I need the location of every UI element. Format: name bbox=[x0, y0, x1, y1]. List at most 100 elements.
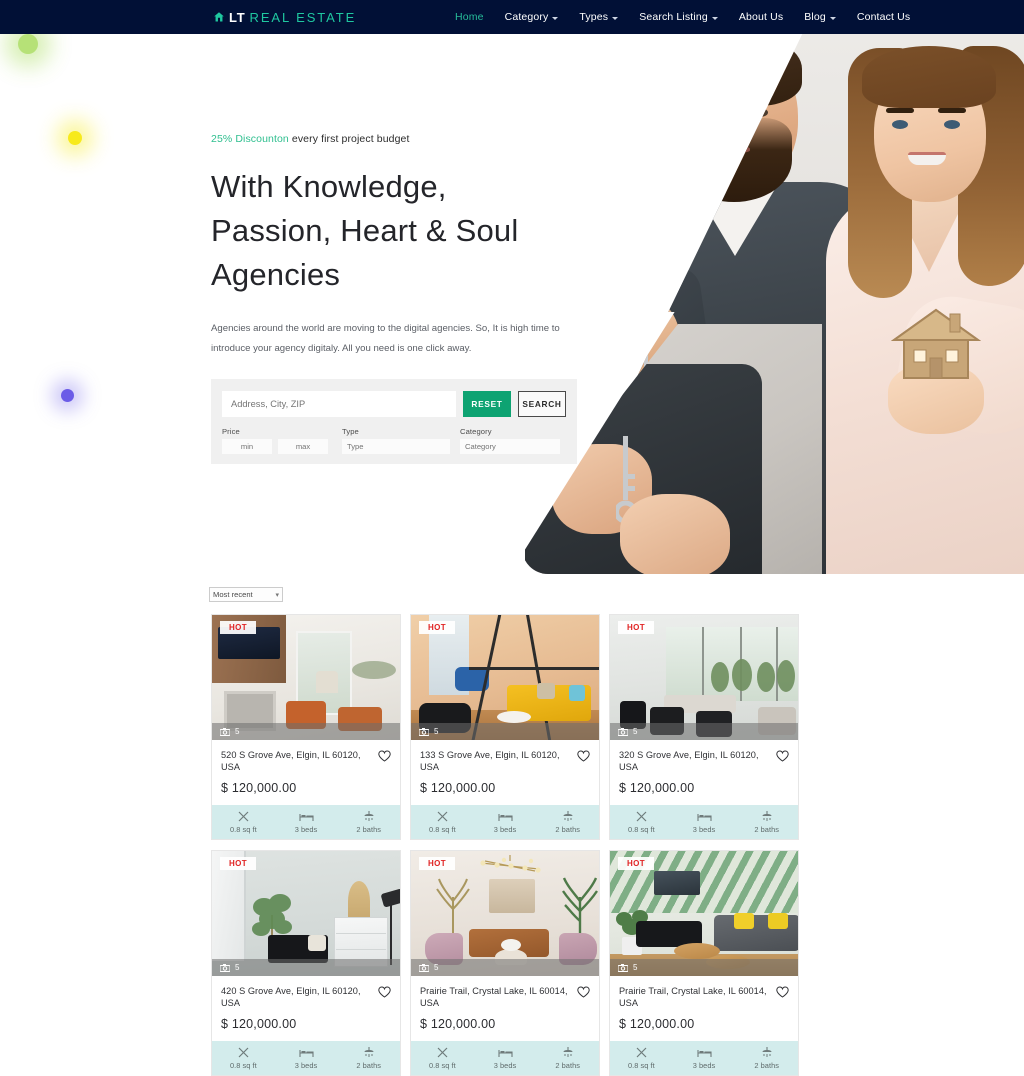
property-price: $ 120,000.00 bbox=[619, 1017, 695, 1031]
card-specs: 0.8 sq ft 3 beds 2 baths bbox=[610, 805, 798, 839]
spec-baths: 2 baths bbox=[337, 1046, 400, 1070]
property-price: $ 120,000.00 bbox=[221, 1017, 297, 1031]
shower-icon bbox=[762, 811, 772, 821]
spec-beds-label: 3 beds bbox=[692, 824, 716, 834]
bed-icon bbox=[298, 1049, 314, 1057]
spec-beds-label: 3 beds bbox=[294, 824, 318, 834]
spec-beds: 3 beds bbox=[673, 811, 736, 834]
card-specs: 0.8 sq ft 3 beds 2 baths bbox=[212, 1041, 400, 1075]
property-card[interactable]: HOT 5 420 S Grove Ave, Elgin, IL 60120, … bbox=[211, 850, 401, 1076]
spec-beds-label: 3 beds bbox=[493, 824, 517, 834]
property-price: $ 120,000.00 bbox=[619, 781, 695, 795]
nav-item-category[interactable]: Category bbox=[505, 11, 559, 23]
spec-beds: 3 beds bbox=[474, 1047, 537, 1070]
property-grid: HOT 5 520 S Grove Ave, Elgin, IL 60120, … bbox=[211, 614, 803, 1076]
spec-area-label: 0.8 sq ft bbox=[627, 1061, 655, 1070]
card-image[interactable]: HOT 5 bbox=[610, 851, 798, 976]
type-select[interactable] bbox=[342, 439, 450, 454]
card-specs: 0.8 sq ft 3 beds 2 baths bbox=[411, 805, 599, 839]
spec-area: 0.8 sq ft bbox=[610, 810, 673, 834]
heart-icon[interactable] bbox=[577, 750, 590, 762]
nav-item-blog[interactable]: Blog bbox=[804, 11, 836, 23]
nav-item-types[interactable]: Types bbox=[579, 11, 619, 23]
card-specs: 0.8 sq ft 3 beds 2 baths bbox=[610, 1041, 798, 1075]
spec-baths: 2 baths bbox=[735, 1046, 798, 1070]
property-price: $ 120,000.00 bbox=[420, 781, 496, 795]
hero-subtitle: Agencies around the world are moving to … bbox=[211, 323, 560, 354]
spec-area: 0.8 sq ft bbox=[411, 1046, 474, 1070]
spec-area: 0.8 sq ft bbox=[212, 1046, 275, 1070]
heart-icon[interactable] bbox=[776, 750, 789, 762]
area-cross-icon bbox=[636, 1047, 647, 1058]
heart-icon[interactable] bbox=[776, 986, 789, 998]
site-logo[interactable]: LT REAL ESTATE bbox=[213, 0, 356, 34]
card-image[interactable]: HOT 5 bbox=[212, 615, 400, 740]
property-card[interactable]: HOT 5 Prairie Trail, Crystal Lake, IL 60… bbox=[609, 850, 799, 1076]
heart-icon[interactable] bbox=[378, 986, 391, 998]
spec-baths-label: 2 baths bbox=[555, 825, 580, 834]
logo-primary-text: LT bbox=[229, 9, 246, 25]
decorative-dot-blue bbox=[61, 389, 74, 402]
price-max-input[interactable] bbox=[278, 439, 328, 454]
spec-beds-label: 3 beds bbox=[294, 1060, 318, 1070]
nav-item-about-us[interactable]: About Us bbox=[739, 11, 783, 23]
property-card[interactable]: HOT 5 320 S Grove Ave, Elgin, IL 60120, … bbox=[609, 614, 799, 840]
heart-icon[interactable] bbox=[378, 750, 391, 762]
nav-label: Home bbox=[455, 11, 484, 23]
spec-baths: 2 baths bbox=[735, 810, 798, 834]
nav-label: Search Listing bbox=[639, 11, 708, 23]
spec-beds-label: 3 beds bbox=[692, 1060, 716, 1070]
price-field-group: Price bbox=[222, 427, 342, 454]
heart-icon[interactable] bbox=[577, 986, 590, 998]
status-badge: HOT bbox=[618, 857, 655, 870]
spec-area: 0.8 sq ft bbox=[212, 810, 275, 834]
chevron-down-icon bbox=[829, 16, 836, 20]
price-label: Price bbox=[222, 427, 240, 436]
sort-control-wrapper: Most recent ▾ bbox=[209, 587, 283, 602]
nav-item-home[interactable]: Home bbox=[455, 11, 484, 23]
photo-count: 5 bbox=[633, 963, 638, 972]
bed-icon bbox=[298, 813, 314, 821]
nav-item-contact-us[interactable]: Contact Us bbox=[857, 11, 910, 23]
spec-baths-label: 2 baths bbox=[754, 1061, 779, 1070]
property-card[interactable]: HOT 5 520 S Grove Ave, Elgin, IL 60120, … bbox=[211, 614, 401, 840]
decorative-dot-green bbox=[18, 34, 38, 54]
property-address: 420 S Grove Ave, Elgin, IL 60120, USA bbox=[221, 986, 361, 1008]
card-image[interactable]: HOT 5 bbox=[212, 851, 400, 976]
property-card[interactable]: HOT 5 Prairie Trail, Crystal Lake, IL 60… bbox=[410, 850, 600, 1076]
camera-icon bbox=[419, 963, 429, 972]
nav-label: Types bbox=[579, 11, 609, 23]
spec-beds: 3 beds bbox=[474, 811, 537, 834]
reset-button[interactable]: RESET bbox=[463, 391, 511, 417]
property-address: Prairie Trail, Crystal Lake, IL 60014, U… bbox=[420, 986, 568, 1008]
bed-icon bbox=[497, 813, 513, 821]
spec-baths-label: 2 baths bbox=[356, 1061, 381, 1070]
card-image[interactable]: HOT 5 bbox=[411, 851, 599, 976]
camera-icon bbox=[220, 963, 230, 972]
spec-baths: 2 baths bbox=[337, 810, 400, 834]
spec-baths: 2 baths bbox=[536, 1046, 599, 1070]
category-select[interactable] bbox=[460, 439, 560, 454]
shower-icon bbox=[563, 1047, 573, 1057]
nav-label: Blog bbox=[804, 11, 826, 23]
shower-icon bbox=[364, 811, 374, 821]
card-image[interactable]: HOT 5 bbox=[411, 615, 599, 740]
search-address-input[interactable] bbox=[222, 391, 456, 417]
type-label: Type bbox=[342, 427, 359, 436]
nav-item-search-listing[interactable]: Search Listing bbox=[639, 11, 718, 23]
sort-select[interactable]: Most recent ▾ bbox=[209, 587, 283, 602]
photo-count: 5 bbox=[235, 727, 240, 736]
photo-count-bar: 5 bbox=[212, 723, 400, 740]
spec-area: 0.8 sq ft bbox=[610, 1046, 673, 1070]
photo-count: 5 bbox=[434, 727, 439, 736]
spec-area-label: 0.8 sq ft bbox=[229, 825, 257, 834]
price-min-input[interactable] bbox=[222, 439, 272, 454]
spec-beds: 3 beds bbox=[673, 1047, 736, 1070]
hero-copy: 25% Discounton every first project budge… bbox=[211, 34, 591, 359]
card-image[interactable]: HOT 5 bbox=[610, 615, 798, 740]
property-card[interactable]: HOT 5 133 S Grove Ave, Elgin, IL 60120, … bbox=[410, 614, 600, 840]
spec-baths-label: 2 baths bbox=[356, 825, 381, 834]
search-button[interactable]: SEARCH bbox=[518, 391, 566, 417]
status-badge: HOT bbox=[419, 621, 456, 634]
type-field-group: Type bbox=[342, 427, 460, 454]
